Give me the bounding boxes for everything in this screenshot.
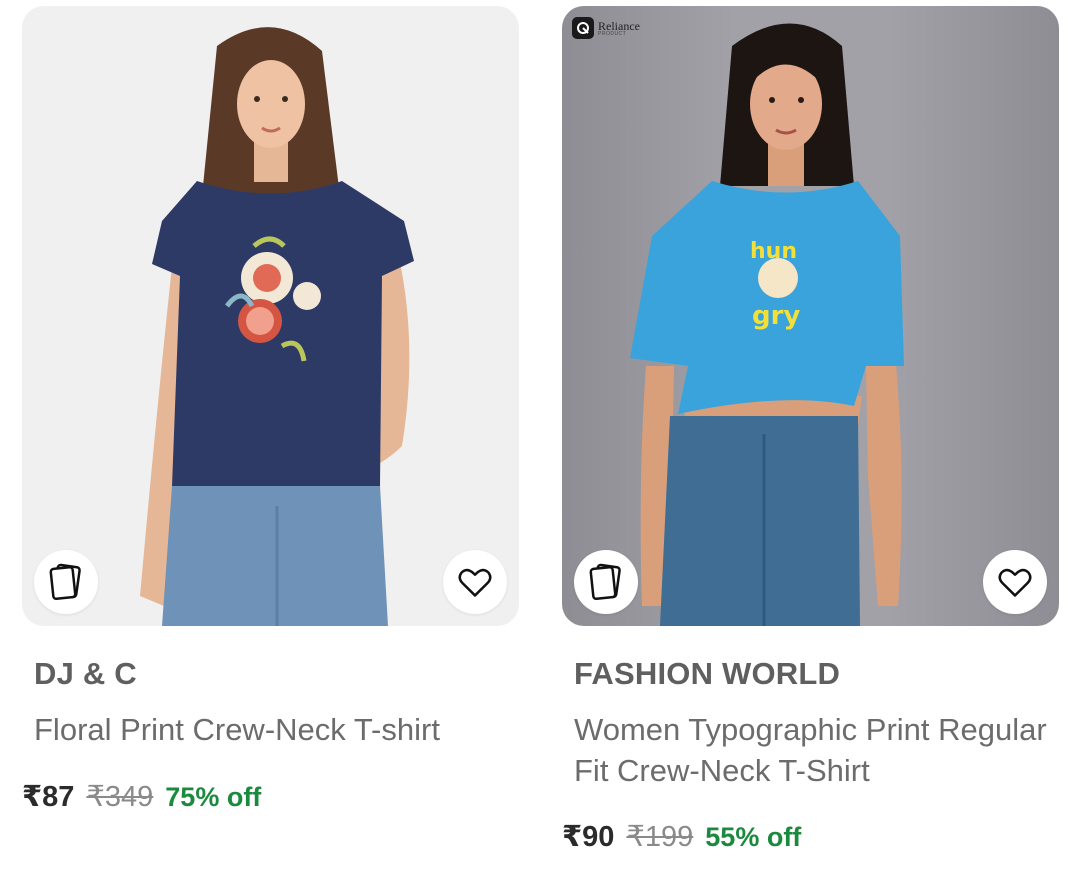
badge-name: Reliance <box>598 18 640 33</box>
wishlist-button[interactable] <box>983 550 1047 614</box>
product-title: Women Typographic Print Regular Fit Crew… <box>574 712 1047 788</box>
heart-icon <box>998 568 1032 597</box>
reliance-logo-icon <box>572 17 594 39</box>
product-image[interactable]: hun gry Reliance PRODUCT <box>562 6 1059 626</box>
heart-icon <box>458 568 492 597</box>
product-photo: hun gry <box>630 23 904 626</box>
wishlist-button[interactable] <box>443 550 507 614</box>
discount-label: 75% off <box>165 782 262 812</box>
product-title: Floral Print Crew-Neck T-shirt <box>34 712 440 747</box>
original-price: ₹199 <box>626 821 694 853</box>
price-row: ₹87 ₹349 75% off <box>22 779 261 814</box>
reliance-badge: Reliance PRODUCT <box>568 12 648 44</box>
discount-label: 55% off <box>705 822 802 852</box>
similar-products-icon <box>49 563 81 601</box>
original-price: ₹349 <box>86 781 154 813</box>
product-brand: FASHION WORLD <box>574 656 841 691</box>
similar-products-button[interactable] <box>34 550 98 614</box>
product-brand: DJ & C <box>34 656 137 691</box>
selling-price: ₹87 <box>22 781 75 813</box>
price-row: ₹90 ₹199 55% off <box>562 819 801 854</box>
product-card[interactable]: DJ & C Floral Print Crew-Neck T-shirt ₹8… <box>22 0 519 813</box>
selling-price: ₹90 <box>562 821 615 853</box>
svg-text:gry: gry <box>752 301 800 331</box>
product-card[interactable]: hun gry Reliance PRODUCT FASHION WORLD W… <box>562 0 1059 853</box>
similar-products-button[interactable] <box>574 550 638 614</box>
product-image[interactable] <box>22 6 519 626</box>
product-photo <box>140 27 414 626</box>
similar-products-icon <box>589 563 621 601</box>
badge-sub: PRODUCT <box>598 30 627 37</box>
